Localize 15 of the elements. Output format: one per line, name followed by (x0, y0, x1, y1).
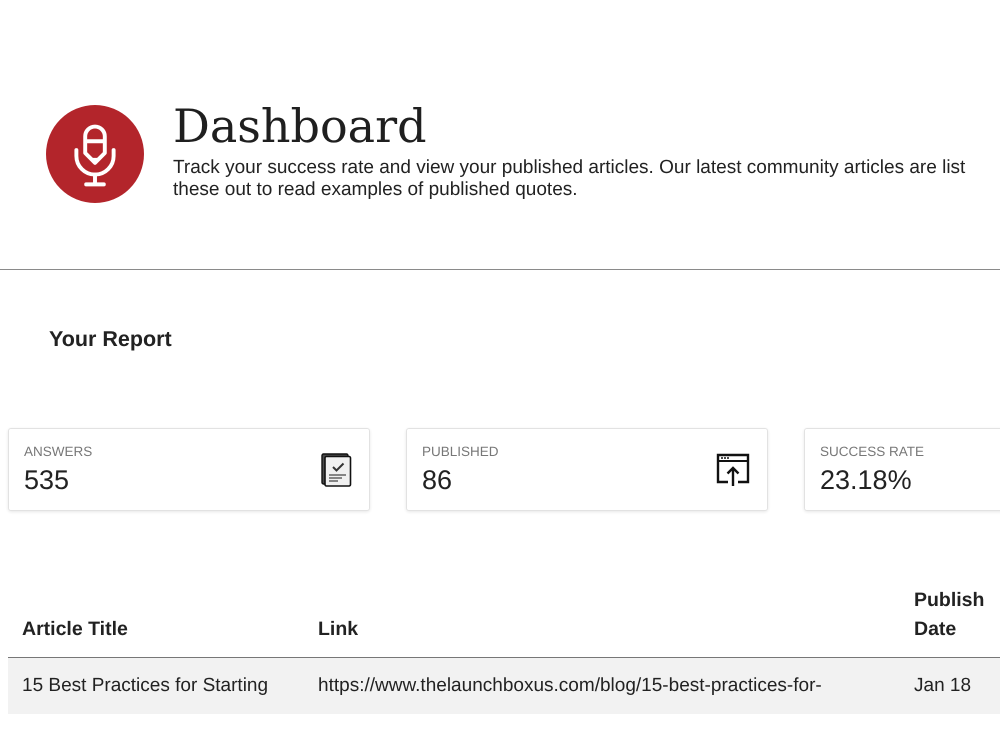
stat-value: 86 (422, 464, 452, 496)
table-cell: https://www.thelaunchboxus.com/blog/15-best-practices-for- (304, 658, 900, 714)
microphone-icon (46, 105, 144, 203)
table-cell: Jan 18 (900, 658, 1000, 714)
upload-window-icon (716, 452, 750, 486)
stat-label: SUCCESS RATE (820, 442, 924, 460)
stat-value: 23.18% (820, 464, 912, 496)
stat-label: ANSWERS (24, 442, 92, 460)
table-cell: 15 Best Practices for Starting (8, 658, 304, 714)
page-title: Dashboard (173, 99, 427, 153)
stat-value: 535 (24, 464, 70, 496)
document-check-icon (321, 452, 352, 486)
page-description: Track your success rate and view your published articles. Our latest community articles are list these out to read examples of published quotes. (173, 157, 966, 201)
stat-label: PUBLISHED (422, 442, 499, 460)
section-title: Your Report (49, 326, 172, 353)
